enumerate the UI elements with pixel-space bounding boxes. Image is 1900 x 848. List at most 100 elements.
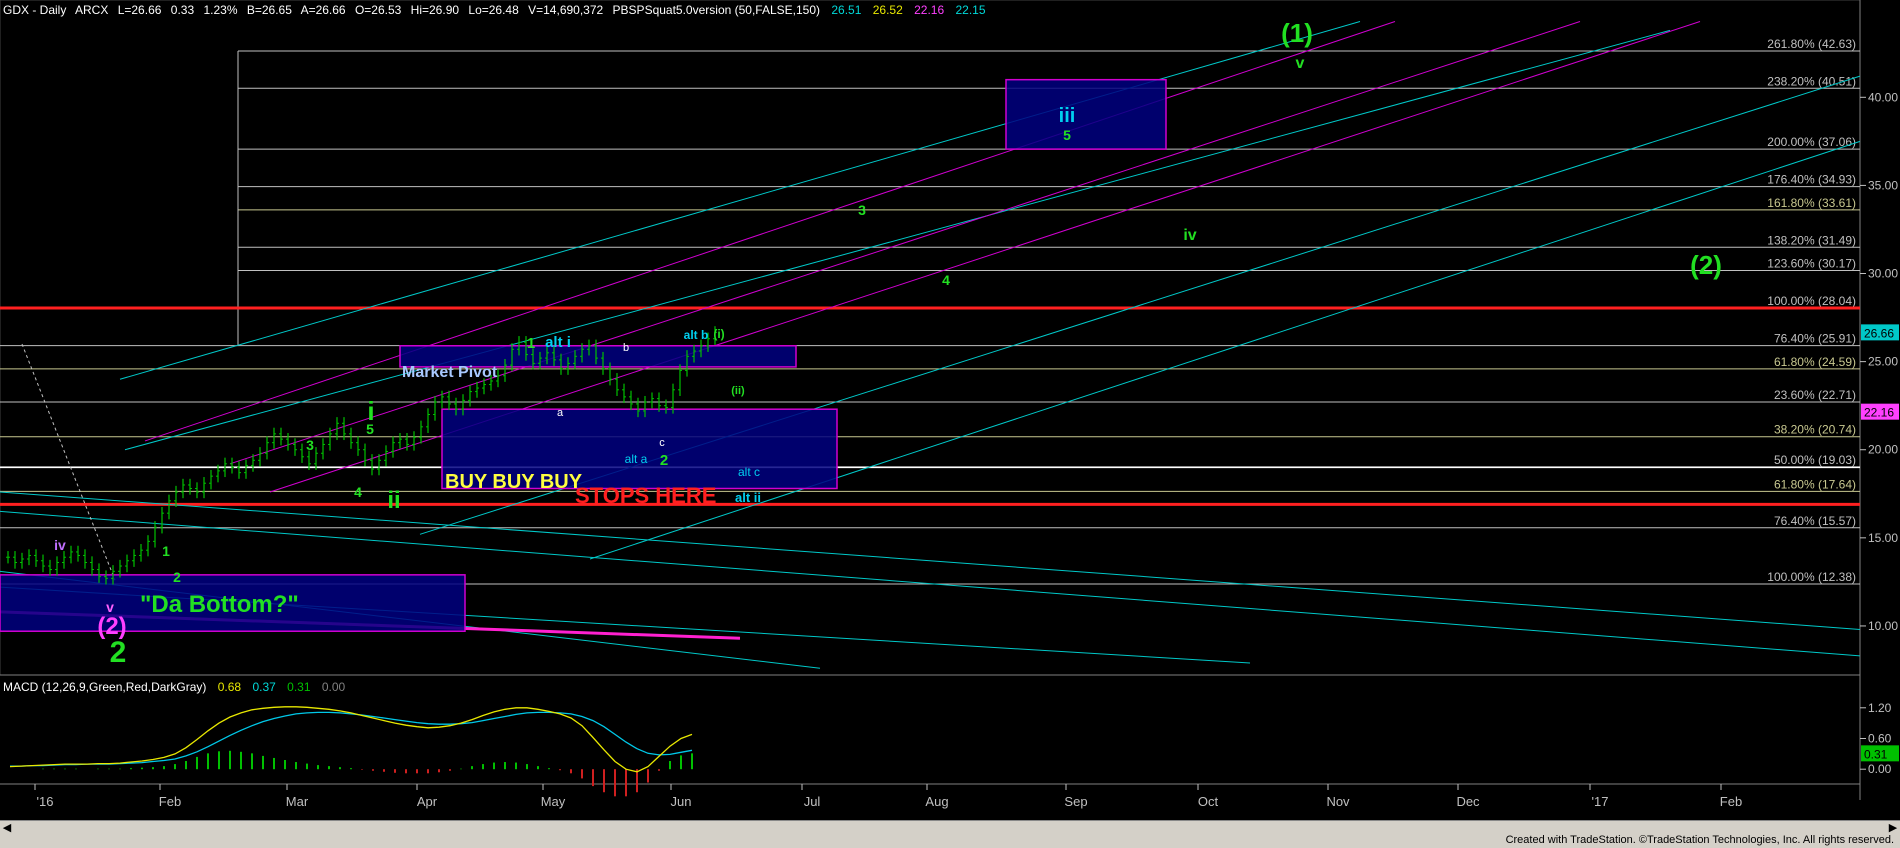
x-tick-label-12: '17	[1592, 794, 1609, 809]
cyan-channel-1	[124, 29, 1671, 451]
header-last: L=26.66	[118, 3, 162, 17]
x-tick-label-13: Feb	[1720, 794, 1742, 809]
macd-line	[9, 706, 693, 773]
x-tick-label-2: Mar	[286, 794, 309, 809]
scroll-right-icon[interactable]: ▶	[1886, 821, 1900, 835]
price-axis: 10.00 15.00 20.00 25.00 30.00 35.00 40.00 26.66…	[1860, 90, 1899, 633]
wave-label-8: 1	[527, 335, 535, 352]
macd-panel: 0.00 0.60 1.20 0.31	[9, 701, 1899, 797]
y-tick-label-1: 15.00	[1868, 531, 1898, 545]
fib-label-11: 38.20% (20.74)	[1774, 423, 1856, 437]
zone-boxes	[0, 78, 1167, 632]
macd-signal-line	[10, 711, 693, 767]
fib-label-4: 161.80% (33.61)	[1767, 196, 1856, 210]
wave-label-9: alt i	[545, 334, 571, 351]
buy-label: BUY BUY BUY	[445, 471, 583, 493]
stops-here-label: STOPS HERE	[575, 483, 716, 508]
wave-label-25: 1	[162, 543, 170, 559]
macd-y-tick-label-0: 0.00	[1868, 762, 1892, 776]
header-exchange: ARCX	[75, 3, 108, 17]
wave-label-17: a	[557, 407, 564, 419]
horizontal-scrollbar[interactable]: ◀ ▶	[0, 820, 1900, 835]
x-tick-label-4: May	[541, 794, 566, 809]
header-high: Hi=26.90	[411, 3, 460, 17]
wave-labels: (1)viii53iv4 (2)1 alt i alt b (i)b(ii)i53aca…	[54, 18, 1722, 669]
wave-label-10: alt b	[684, 328, 709, 342]
x-tick-label-5: Jun	[671, 794, 692, 809]
header-volume: V=14,690,372	[528, 3, 603, 17]
trend-channels	[0, 21, 1861, 669]
wave-label-30: 2	[110, 636, 127, 669]
macd-val-0: 0.68	[218, 680, 242, 694]
header-study-val-0: 26.51	[831, 3, 861, 17]
header-study: PBSPSquat5.0version (50,FALSE,150)	[613, 3, 820, 17]
wave-label-23: ii	[387, 487, 400, 514]
last-price-tag-1: 22.16	[1864, 406, 1894, 420]
header-open: O=26.53	[355, 3, 402, 17]
wave-label-11: (i)	[713, 327, 724, 341]
header-symbol: GDX - Daily	[3, 3, 66, 17]
header-change: 0.33	[171, 3, 195, 17]
fib-label-15: 100.00% (12.38)	[1767, 570, 1856, 584]
x-tick-label-9: Oct	[1198, 794, 1219, 809]
price-panel-frame	[0, 0, 1861, 676]
wave-label-24: 4	[354, 484, 362, 500]
fib-label-13: 61.80% (17.64)	[1774, 477, 1856, 491]
da-bottom-label: "Da Bottom?"	[140, 591, 299, 618]
x-tick-label-3: Apr	[417, 794, 438, 809]
fib-label-14: 76.40% (15.57)	[1774, 514, 1856, 528]
macd-tag: 0.31	[1864, 747, 1888, 761]
x-tick-label-7: Aug	[925, 794, 948, 809]
wave-label-27: iv	[54, 537, 66, 553]
header-line: GDX - Daily ARCX L=26.66 0.33 1.23% B=26…	[3, 3, 986, 17]
wave-label-13: (ii)	[731, 385, 745, 397]
fib-label-3: 176.40% (34.93)	[1767, 173, 1856, 187]
macd-val-3: 0.00	[322, 680, 346, 694]
scroll-left-icon[interactable]: ◀	[0, 821, 14, 835]
y-tick-label-5: 35.00	[1868, 178, 1898, 192]
wave-label-3: 5	[1063, 127, 1071, 143]
wave-label-1: v	[1296, 55, 1305, 72]
price-chart[interactable]: 261.80% (42.63)238.20% (40.51)200.00% (3…	[0, 0, 1900, 848]
y-tick-label-3: 25.00	[1868, 355, 1898, 369]
wave-label-16: 3	[306, 437, 314, 453]
header-change-pct: 1.23%	[203, 3, 237, 17]
fib-label-7: 100.00% (28.04)	[1767, 294, 1856, 308]
header-study-val-3: 22.15	[955, 3, 985, 17]
magenta-channel-0	[144, 21, 1396, 442]
fib-label-5: 138.20% (31.49)	[1767, 233, 1856, 247]
wave-label-4: 3	[858, 202, 866, 218]
y-tick-label-2: 20.00	[1868, 443, 1898, 457]
header-study-val-2: 22.16	[914, 3, 944, 17]
x-tick-label-6: Jul	[804, 794, 821, 809]
fib-label-0: 261.80% (42.63)	[1767, 37, 1856, 51]
iii-target-box	[1005, 78, 1167, 150]
fib-label-8: 76.40% (25.91)	[1774, 332, 1856, 346]
y-tick-label-6: 40.00	[1868, 90, 1898, 104]
x-tick-label-8: Sep	[1064, 794, 1087, 809]
wave-label-5: iv	[1183, 227, 1196, 244]
fib-label-9: 61.80% (24.59)	[1774, 355, 1856, 369]
fib-label-12: 50.00% (19.03)	[1774, 453, 1856, 467]
macd-y-tick-label-2: 1.20	[1868, 701, 1892, 715]
fib-levels: 261.80% (42.63)238.20% (40.51)200.00% (3…	[0, 37, 1860, 585]
x-tick-label-10: Nov	[1326, 794, 1350, 809]
wave-label-15: 5	[366, 421, 374, 437]
wave-label-2: iii	[1059, 105, 1076, 127]
market-pivot-label: Market Pivot	[402, 364, 498, 381]
footer-credit: Created with TradeStation. ©TradeStation…	[1505, 834, 1894, 846]
x-tick-label-11: Dec	[1456, 794, 1480, 809]
fib-label-10: 23.60% (22.71)	[1774, 388, 1856, 402]
wave-label-7: (2)	[1690, 250, 1722, 280]
cyan-channel-0	[119, 21, 1361, 380]
wave-label-21: alt c	[738, 465, 760, 479]
macd-y-tick-label-1: 0.60	[1868, 732, 1892, 746]
header-bid: B=26.65	[247, 3, 292, 17]
wave-label-19: alt a	[625, 452, 648, 466]
header-study-val-1: 26.52	[873, 3, 903, 17]
x-tick-label-0: '16	[37, 794, 54, 809]
wave-label-22: alt ii	[735, 490, 761, 505]
fib-label-6: 123.60% (30.17)	[1767, 257, 1856, 271]
wave-label-6: 4	[942, 272, 950, 288]
macd-label: MACD (12,26,9,Green,Red,DarkGray)	[3, 680, 206, 694]
